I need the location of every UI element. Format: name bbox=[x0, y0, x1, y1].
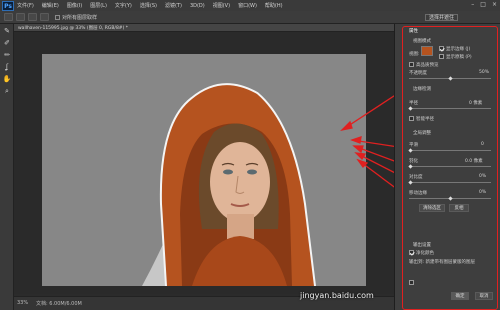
photoshop-window: { "app": {"logo": "Ps"}, "menu": ["文件(F)… bbox=[0, 0, 500, 310]
zoom-level[interactable]: 33% bbox=[17, 300, 28, 306]
watermark: jingyan.baidu.com bbox=[300, 291, 374, 300]
highlight-frame bbox=[402, 26, 498, 310]
doc-size: 文档: 6.00M/6.00M bbox=[36, 301, 82, 307]
